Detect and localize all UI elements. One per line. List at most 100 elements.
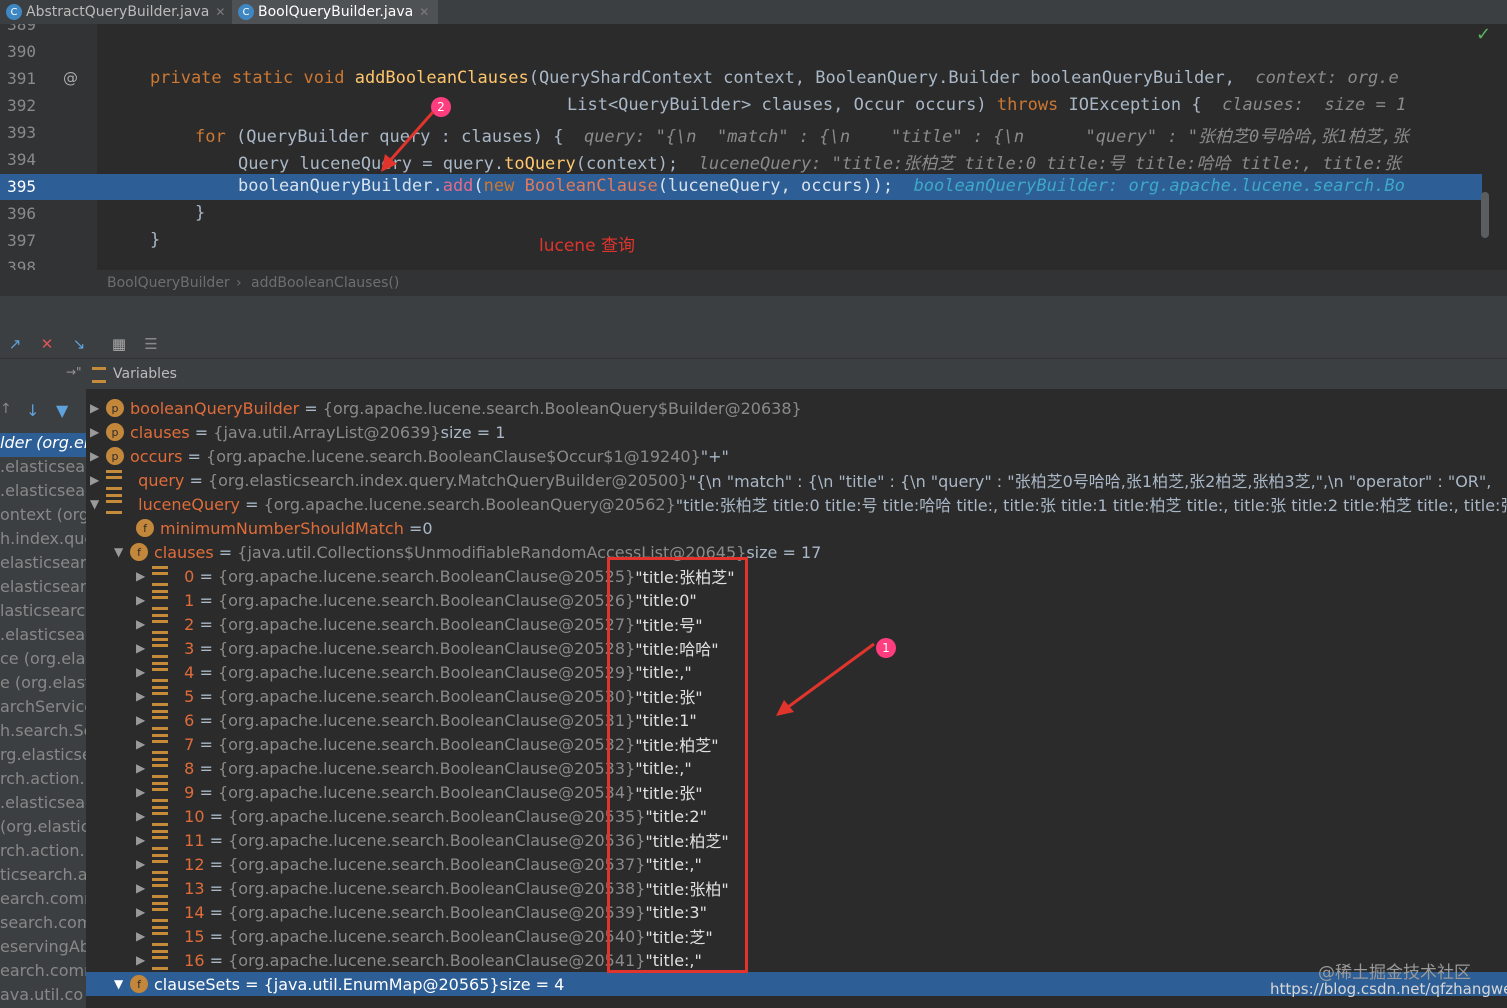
clause-index: 9 bbox=[184, 782, 195, 802]
stack-frame[interactable]: earch.comm bbox=[0, 961, 86, 980]
close-icon[interactable]: ✕ bbox=[419, 5, 429, 19]
stack-frame[interactable]: .elasticsear bbox=[0, 625, 86, 644]
line-number: 390 bbox=[7, 42, 36, 61]
breadcrumb: BoolQueryBuilder › addBooleanClauses() bbox=[0, 270, 1507, 296]
stack-frame[interactable]: h.index.que bbox=[0, 529, 86, 548]
stack-frame[interactable]: ava.util.co bbox=[0, 985, 86, 1004]
expand-arrow-icon[interactable]: ▶ bbox=[136, 761, 152, 775]
stack-frame[interactable]: (org.elastic bbox=[0, 817, 86, 836]
clause-index: 0 bbox=[184, 566, 195, 586]
stack-frame[interactable]: search.com bbox=[0, 913, 86, 932]
expand-arrow-icon[interactable]: ▶ bbox=[136, 929, 152, 943]
variable-value: "{\n "match" : {\n "title" : {\n "query"… bbox=[688, 472, 1492, 491]
expand-arrow-icon[interactable]: ▶ bbox=[136, 713, 152, 727]
up-icon[interactable]: ↑ bbox=[0, 401, 12, 417]
stack-frame[interactable]: .elasticsear bbox=[0, 793, 86, 812]
expand-arrow-icon[interactable]: ▶ bbox=[90, 425, 106, 439]
stack-frame[interactable]: earch.comm bbox=[0, 889, 86, 908]
frames-panel: →" ↑ ↓ ▼ lder (org.el .elasticsear .elas… bbox=[0, 359, 86, 1008]
filter-icon[interactable]: ▼ bbox=[56, 401, 68, 420]
stack-frame[interactable]: ce (org.elas bbox=[0, 649, 86, 668]
expand-arrow-icon[interactable]: ▶ bbox=[90, 401, 106, 415]
trace-icon[interactable]: ☰ bbox=[142, 335, 160, 353]
expand-arrow-icon[interactable]: ▶ bbox=[136, 689, 152, 703]
variable-row[interactable]: ▶ query = {org.elasticsearch.index.query… bbox=[90, 468, 1491, 492]
collapse-arrow-icon[interactable]: ▼ bbox=[114, 545, 130, 559]
expand-arrow-icon[interactable]: ▶ bbox=[136, 665, 152, 679]
collapse-arrow-icon[interactable]: ▼ bbox=[114, 977, 130, 991]
variable-name: occurs bbox=[130, 446, 183, 466]
expand-arrow-icon[interactable]: ▶ bbox=[136, 881, 152, 895]
line-number: 389 bbox=[7, 24, 36, 34]
restore-layout-icon[interactable]: →" bbox=[66, 365, 82, 379]
tab-bool-query-builder[interactable]: C BoolQueryBuilder.java ✕ bbox=[232, 0, 438, 24]
list-item-icon bbox=[152, 854, 168, 874]
breadcrumb-class[interactable]: BoolQueryBuilder bbox=[107, 275, 230, 291]
stack-frame[interactable]: ticsearch.a bbox=[0, 865, 86, 884]
close-icon[interactable]: ✕ bbox=[215, 5, 225, 19]
expand-arrow-icon[interactable]: ▶ bbox=[136, 593, 152, 607]
variable-row[interactable]: ▶ p occurs = {org.apache.lucene.search.Boo… bbox=[90, 444, 729, 468]
expand-arrow-icon[interactable]: ▶ bbox=[136, 617, 152, 631]
override-marker-icon[interactable]: @ bbox=[63, 69, 78, 87]
list-item-icon bbox=[152, 614, 168, 634]
stack-frame[interactable]: rg.elasticse bbox=[0, 745, 86, 764]
variable-row[interactable]: ▼ luceneQuery = {org.apache.lucene.searc… bbox=[90, 492, 1507, 516]
list-item-icon bbox=[152, 950, 168, 970]
stack-frame[interactable]: lasticsearch bbox=[0, 601, 86, 620]
expand-arrow-icon[interactable]: ▶ bbox=[136, 785, 152, 799]
clause-index: 4 bbox=[184, 662, 195, 682]
line-number: 393 bbox=[7, 123, 36, 142]
code-text: (luceneQuery, occurs)); bbox=[657, 176, 894, 196]
variable-row[interactable]: f minimumNumberShouldMatch = 0 bbox=[136, 516, 433, 540]
variable-row[interactable]: ▶ p booleanQueryBuilder = {org.apache.luce… bbox=[90, 396, 802, 420]
stack-frame[interactable]: elasticsear bbox=[0, 577, 86, 596]
stack-frame[interactable]: rch.action. bbox=[0, 841, 86, 860]
stack-frame[interactable]: rch.action. bbox=[0, 769, 86, 788]
checkmark-icon: ✓ bbox=[1476, 24, 1492, 45]
code-line-392: List<QueryBuilder> clauses, Occur occurs… bbox=[567, 95, 1406, 115]
expand-arrow-icon[interactable]: ▶ bbox=[136, 569, 152, 583]
down-icon[interactable]: ↓ bbox=[26, 401, 39, 420]
stack-frame[interactable]: ontext (org bbox=[0, 505, 86, 524]
editor-tabs: C AbstractQueryBuilder.java ✕ C BoolQuer… bbox=[0, 0, 1507, 25]
breadcrumb-method[interactable]: addBooleanClauses() bbox=[251, 275, 399, 291]
stack-frame[interactable]: e (org.elasti bbox=[0, 673, 86, 692]
expand-arrow-icon[interactable]: ▶ bbox=[90, 473, 106, 487]
variable-name: booleanQueryBuilder bbox=[130, 398, 300, 418]
list-item-icon bbox=[152, 590, 168, 610]
variable-row[interactable]: ▶ p clauses = {java.util.ArrayList@20639} … bbox=[90, 420, 505, 444]
step-out-icon[interactable]: ↗ bbox=[6, 335, 24, 353]
evaluate-expression-icon[interactable]: ▦ bbox=[110, 335, 128, 353]
drop-frame-icon[interactable]: ✕ bbox=[38, 335, 56, 353]
expand-arrow-icon[interactable]: ▶ bbox=[136, 641, 152, 655]
stack-frame[interactable]: h.search.Se bbox=[0, 721, 86, 740]
tab-abstract-query-builder[interactable]: C AbstractQueryBuilder.java ✕ bbox=[0, 0, 230, 24]
stack-frame[interactable]: eservingAb bbox=[0, 937, 86, 956]
expand-arrow-icon[interactable]: ▶ bbox=[136, 857, 152, 871]
list-item-icon bbox=[152, 758, 168, 778]
variable-value: "title:张柏芝 title:0 title:号 title:哈哈 titl… bbox=[675, 496, 1507, 515]
code-editor[interactable]: 389 390 391 392 393 394 395 396 397 398 … bbox=[0, 24, 1507, 270]
expand-arrow-icon[interactable]: ▶ bbox=[136, 833, 152, 847]
run-to-cursor-icon[interactable]: ↘ bbox=[70, 335, 88, 353]
expand-arrow-icon[interactable]: ▶ bbox=[136, 953, 152, 967]
expand-arrow-icon[interactable]: ▶ bbox=[136, 809, 152, 823]
variable-ref: {org.elasticsearch.index.query.MatchQuer… bbox=[207, 470, 689, 490]
field-icon: f bbox=[130, 543, 148, 561]
expand-arrow-icon[interactable]: ▶ bbox=[90, 449, 106, 463]
variable-name: clauses bbox=[154, 542, 214, 562]
code-text: (context); bbox=[575, 154, 679, 174]
expand-arrow-icon[interactable]: ▶ bbox=[136, 905, 152, 919]
annotation-lucene-query: lucene 查询 bbox=[539, 236, 635, 256]
editor-scrollbar[interactable] bbox=[1481, 192, 1489, 238]
code-line-395: booleanQueryBuilder.add(new BooleanClaus… bbox=[238, 176, 1405, 196]
expand-arrow-icon[interactable]: ▶ bbox=[136, 737, 152, 751]
collapse-arrow-icon[interactable]: ▼ bbox=[90, 497, 106, 511]
stack-frame[interactable]: elasticsear bbox=[0, 553, 86, 572]
stack-frame[interactable]: .elasticsear bbox=[0, 457, 86, 476]
stack-frame[interactable]: .elasticsear bbox=[0, 481, 86, 500]
stack-frame[interactable]: lder (org.el bbox=[0, 433, 86, 457]
clause-ref: {org.apache.lucene.search.BooleanClause@… bbox=[228, 902, 646, 922]
stack-frame[interactable]: archService bbox=[0, 697, 86, 716]
